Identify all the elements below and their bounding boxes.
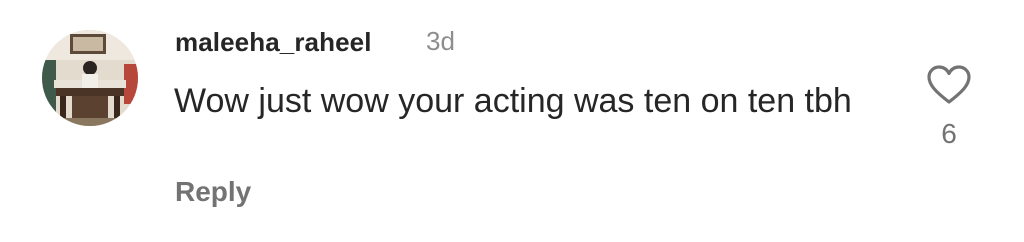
timestamp: 3d [426,26,455,56]
comment-item: maleeha_raheel 3d Wow just wow your acti… [0,0,1024,242]
username[interactable]: maleeha_raheel [175,27,372,58]
avatar[interactable] [42,30,138,126]
heart-outline-icon [927,65,971,104]
comment-text: Wow just wow your acting was ten on ten … [174,82,852,120]
avatar-image [42,30,138,126]
reply-button[interactable]: Reply [175,176,251,208]
like-count: 6 [941,118,957,149]
like-button[interactable] [926,64,972,106]
